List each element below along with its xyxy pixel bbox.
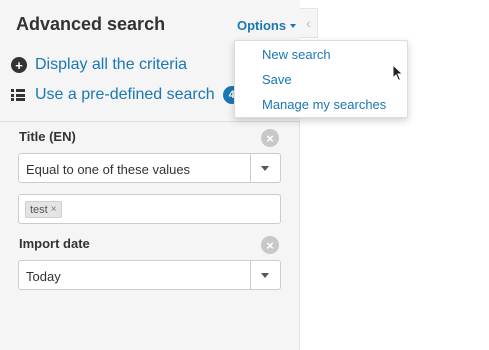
chevron-down-icon bbox=[261, 273, 269, 278]
chevron-down-icon bbox=[261, 166, 269, 171]
value-tag-label: test bbox=[30, 203, 48, 216]
menu-item-manage-searches[interactable]: Manage my searches bbox=[262, 97, 386, 112]
select-separator bbox=[250, 261, 251, 289]
chevron-left-icon: ‹ bbox=[306, 15, 311, 31]
select-separator bbox=[250, 154, 251, 182]
predefined-search-link[interactable]: Use a pre-defined search 4 bbox=[11, 86, 241, 104]
display-all-criteria-link[interactable]: + Display all the criteria bbox=[11, 56, 187, 74]
display-all-criteria-label: Display all the criteria bbox=[35, 56, 188, 73]
collapse-panel-handle[interactable]: ‹ bbox=[300, 8, 318, 38]
value-tag: test × bbox=[25, 201, 62, 218]
title-operator-value: Equal to one of these values bbox=[26, 162, 191, 177]
menu-item-new-search[interactable]: New search bbox=[262, 47, 331, 62]
remove-criterion-icon[interactable]: × bbox=[261, 236, 279, 254]
plus-circle-icon: + bbox=[11, 57, 27, 73]
predefined-search-label: Use a pre-defined search bbox=[35, 86, 215, 103]
tag-remove-icon[interactable]: × bbox=[51, 204, 57, 215]
panel-title: Advanced search bbox=[16, 14, 166, 34]
list-icon bbox=[11, 89, 25, 101]
section-divider bbox=[0, 121, 300, 122]
criterion-label-title: Title (EN) bbox=[19, 129, 76, 144]
options-button[interactable]: Options bbox=[237, 18, 297, 33]
title-values-input[interactable]: test × bbox=[18, 194, 281, 224]
import-date-operator-select[interactable]: Today bbox=[18, 260, 281, 290]
title-operator-select[interactable]: Equal to one of these values bbox=[18, 153, 281, 183]
menu-item-save[interactable]: Save bbox=[262, 72, 292, 87]
criterion-label-import-date: Import date bbox=[19, 236, 90, 251]
remove-criterion-icon[interactable]: × bbox=[261, 129, 279, 147]
options-dropdown-menu: New search Save Manage my searches bbox=[234, 40, 408, 118]
caret-down-icon bbox=[290, 24, 297, 28]
import-date-operator-value: Today bbox=[26, 269, 61, 284]
mouse-pointer-icon bbox=[392, 64, 404, 82]
options-label: Options bbox=[237, 18, 287, 33]
